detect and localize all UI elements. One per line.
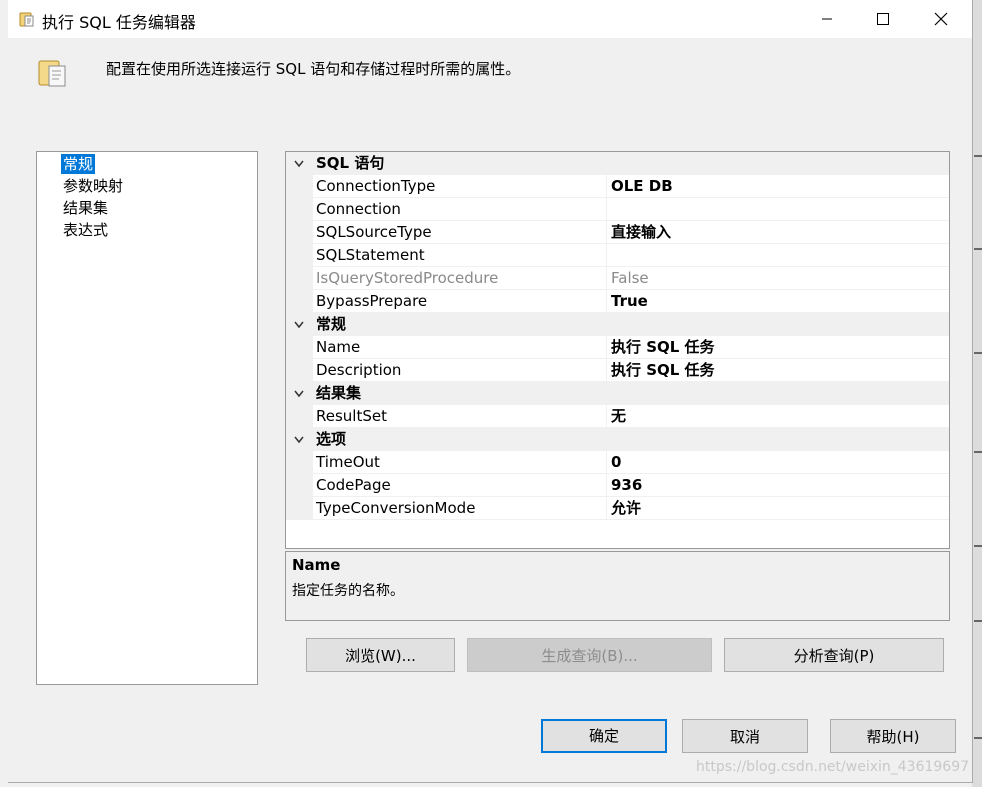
property-name: SQLStatement <box>316 246 425 264</box>
property-name: Connection <box>316 200 401 218</box>
description-text: 指定任务的名称。 <box>292 583 404 599</box>
maximize-icon <box>877 13 889 25</box>
property-row[interactable]: BypassPrepare True <box>286 290 949 313</box>
property-grid: SQL 语句 ConnectionType OLE DB Connection S… <box>285 151 950 549</box>
title-bar: 执行 SQL 任务编辑器 <box>8 0 972 38</box>
category-general[interactable]: 常规 <box>286 313 949 336</box>
category-result-set[interactable]: 结果集 <box>286 382 949 405</box>
browse-button[interactable]: 浏览(W)... <box>306 638 455 672</box>
property-row[interactable]: TimeOut 0 <box>286 451 949 474</box>
category-label: SQL 语句 <box>316 154 385 172</box>
cancel-button[interactable]: 取消 <box>682 719 808 753</box>
category-label: 常规 <box>316 315 347 333</box>
property-name: IsQueryStoredProcedure <box>316 269 499 287</box>
nav-item-parameter-mapping[interactable]: 参数映射 <box>61 176 125 196</box>
property-value[interactable]: True <box>611 290 648 313</box>
property-row[interactable]: Connection <box>286 198 949 221</box>
nav-panel: 常规 参数映射 结果集 表达式 <box>36 151 258 685</box>
property-name: ConnectionType <box>316 177 436 195</box>
property-value[interactable]: 无 <box>611 405 626 428</box>
chevron-down-icon[interactable] <box>292 382 306 405</box>
category-label: 结果集 <box>316 384 362 402</box>
ok-button[interactable]: 确定 <box>541 719 667 753</box>
category-sql-statement[interactable]: SQL 语句 <box>286 152 949 175</box>
minimize-button[interactable] <box>798 0 856 38</box>
property-value: False <box>611 269 649 287</box>
build-query-button: 生成查询(B)... <box>467 638 712 672</box>
property-row[interactable]: CodePage 936 <box>286 474 949 497</box>
property-row[interactable]: TypeConversionMode 允许 <box>286 497 949 520</box>
property-name: Name <box>316 338 361 356</box>
chevron-down-icon[interactable] <box>292 152 306 175</box>
property-row[interactable]: Name 执行 SQL 任务 <box>286 336 949 359</box>
category-label: 选项 <box>316 430 347 448</box>
nav-item-expressions[interactable]: 表达式 <box>61 220 110 240</box>
scroll-folder-icon <box>36 56 72 90</box>
property-value[interactable]: OLE DB <box>611 175 673 198</box>
close-button[interactable] <box>912 0 970 38</box>
property-value[interactable]: 执行 SQL 任务 <box>611 359 715 382</box>
property-value[interactable]: 允许 <box>611 497 641 520</box>
property-name: TypeConversionMode <box>316 499 476 517</box>
close-icon <box>934 12 948 26</box>
maximize-button[interactable] <box>854 0 912 38</box>
description-title: Name <box>292 556 341 574</box>
property-row[interactable]: Description 执行 SQL 任务 <box>286 359 949 382</box>
property-row[interactable]: ResultSet 无 <box>286 405 949 428</box>
background-strip <box>972 0 982 787</box>
property-row[interactable]: IsQueryStoredProcedure False <box>286 267 949 290</box>
nav-item-result-set[interactable]: 结果集 <box>61 198 110 218</box>
property-name: TimeOut <box>316 453 380 471</box>
header-description: 配置在使用所选连接运行 SQL 语句和存储过程时所需的属性。 <box>106 60 521 78</box>
property-name: CodePage <box>316 476 391 494</box>
chevron-down-icon[interactable] <box>292 428 306 451</box>
help-button[interactable]: 帮助(H) <box>830 719 956 753</box>
property-value[interactable]: 直接输入 <box>611 221 671 244</box>
property-name: BypassPrepare <box>316 292 428 310</box>
property-row[interactable]: SQLStatement <box>286 244 949 267</box>
description-panel: Name 指定任务的名称。 <box>285 551 950 621</box>
minimize-icon <box>822 18 832 20</box>
category-options[interactable]: 选项 <box>286 428 949 451</box>
property-name: ResultSet <box>316 407 387 425</box>
watermark-text: https://blog.csdn.net/weixin_43619697 <box>696 759 970 775</box>
property-name: Description <box>316 361 402 379</box>
property-value[interactable]: 0 <box>611 451 621 474</box>
dialog-window: 执行 SQL 任务编辑器 配置在使用所选连接运行 SQL 语句和存储过程时所需的… <box>8 0 973 783</box>
nav-item-general[interactable]: 常规 <box>61 154 96 174</box>
parse-query-button[interactable]: 分析查询(P) <box>724 638 944 672</box>
window-title: 执行 SQL 任务编辑器 <box>42 13 196 32</box>
property-row[interactable]: SQLSourceType 直接输入 <box>286 221 949 244</box>
property-row[interactable]: ConnectionType OLE DB <box>286 175 949 198</box>
property-name: SQLSourceType <box>316 223 432 241</box>
chevron-down-icon[interactable] <box>292 313 306 336</box>
property-value[interactable]: 936 <box>611 474 642 497</box>
property-value[interactable]: 执行 SQL 任务 <box>611 336 715 359</box>
task-icon <box>18 10 36 28</box>
